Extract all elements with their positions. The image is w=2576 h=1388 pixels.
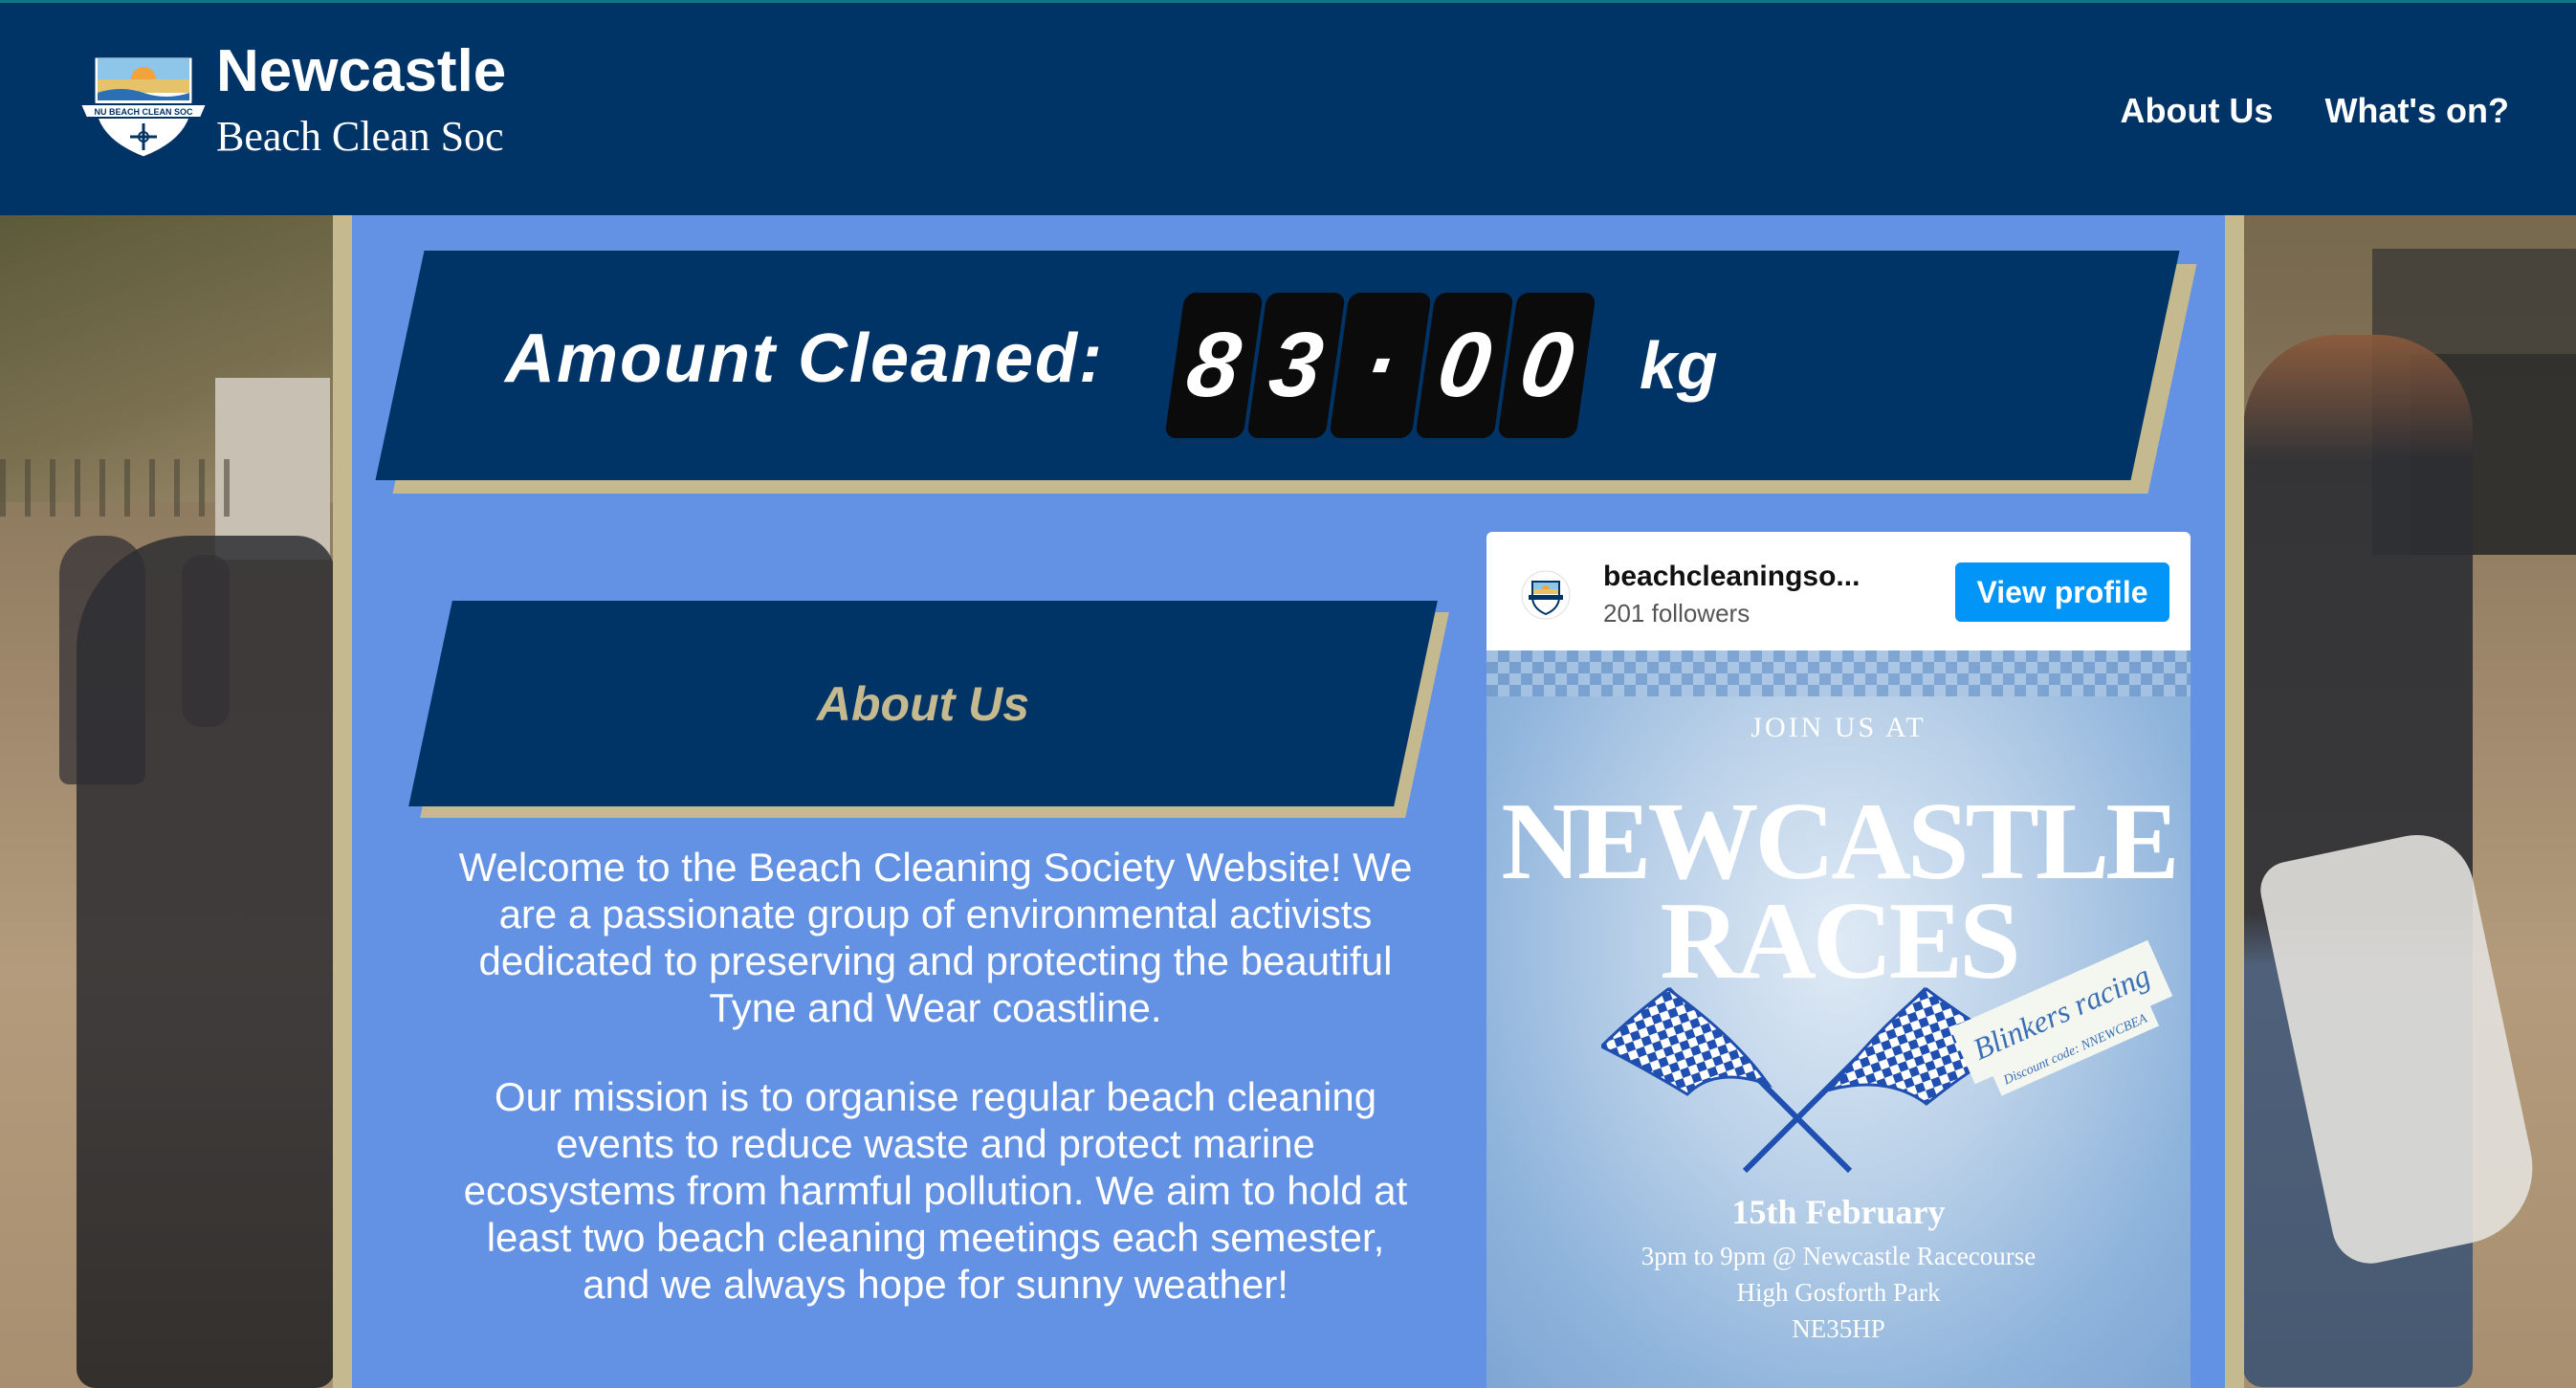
odometer-digit: 0: [1497, 293, 1596, 438]
odometer-digit: 3: [1246, 293, 1346, 438]
instagram-username[interactable]: beachcleaningso...: [1603, 561, 1860, 593]
svg-text:NU BEACH CLEAN SOC: NU BEACH CLEAN SOC: [94, 107, 193, 117]
amount-cleaned-banner: Amount Cleaned: 8 3 · 0 0 kg: [375, 251, 2197, 495]
society-crest-logo[interactable]: NU BEACH CLEAN SOC: [77, 51, 210, 162]
odometer-separator: ·: [1329, 293, 1432, 438]
site-header: NU BEACH CLEAN SOC Newcastle Beach Clean…: [0, 0, 2576, 215]
about-paragraph: Our mission is to organise regular beach…: [463, 1074, 1408, 1307]
amount-cleaned-label: Amount Cleaned:: [505, 320, 1105, 397]
about-us-heading: About Us: [816, 676, 1030, 731]
profile-avatar[interactable]: [1521, 570, 1571, 620]
fence: [0, 459, 249, 517]
main-nav: About Us What's on?: [2120, 91, 2509, 131]
amount-unit: kg: [1640, 328, 1718, 403]
view-profile-button[interactable]: View profile: [1955, 562, 2169, 622]
instagram-profile-header: beachcleaningso... 201 followers View pr…: [1486, 532, 2191, 650]
post-postcode: NE35HP: [1792, 1314, 1885, 1343]
post-date: 15th February: [1731, 1193, 1946, 1231]
post-join-text: JOIN US AT: [1750, 712, 1926, 743]
instagram-followers: 201 followers: [1603, 599, 1750, 628]
brand-title[interactable]: Newcastle: [216, 37, 506, 105]
instagram-post-image[interactable]: JOIN US AT NEWCASTLE RACES Blinkers raci…: [1486, 650, 2191, 1388]
about-us-text: Welcome to the Beach Cleaning Society We…: [457, 844, 1414, 1350]
odometer-digit: 0: [1415, 293, 1514, 438]
nav-whats-on[interactable]: What's on?: [2324, 91, 2509, 131]
post-time-place: 3pm to 9pm @ Newcastle Racecourse: [1640, 1242, 2037, 1270]
about-paragraph: Welcome to the Beach Cleaning Society We…: [458, 845, 1413, 1030]
brand-subtitle[interactable]: Beach Clean Soc: [216, 112, 504, 161]
post-location: High Gosforth Park: [1736, 1278, 1941, 1307]
odometer: 8 3 · 0 0: [1164, 293, 1596, 438]
nav-about-us[interactable]: About Us: [2120, 91, 2273, 131]
checkered-border: [1486, 650, 2191, 696]
instagram-embed: beachcleaningso... 201 followers View pr…: [1486, 532, 2191, 1388]
checkered-flags-icon: [1601, 986, 2013, 1174]
odometer-digit: 8: [1164, 293, 1264, 438]
person-figure-left: [77, 536, 335, 1388]
about-us-banner: About Us: [408, 601, 1454, 821]
